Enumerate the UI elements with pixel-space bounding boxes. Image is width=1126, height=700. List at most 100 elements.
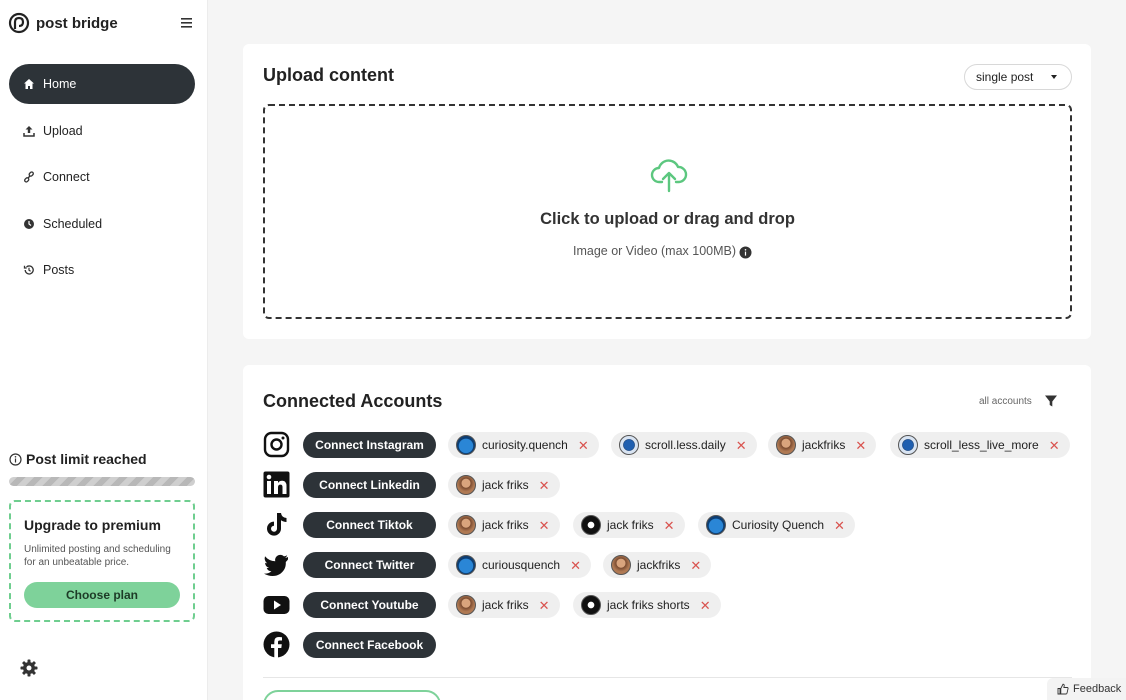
upload-dropzone[interactable]: Click to upload or drag and drop Image o… bbox=[263, 104, 1072, 319]
account-name: curiousquench bbox=[482, 558, 561, 572]
account-name: jackfriks bbox=[802, 438, 846, 452]
sidebar-item-posts[interactable]: Posts bbox=[9, 250, 195, 290]
sidebar-item-label: Connect bbox=[43, 170, 90, 184]
account-name: Curiosity Quench bbox=[732, 518, 825, 532]
remove-icon[interactable]: ✕ bbox=[539, 479, 550, 492]
partially-visible-button[interactable] bbox=[263, 690, 441, 700]
feedback-button[interactable]: Feedback bbox=[1047, 678, 1126, 700]
home-icon bbox=[23, 78, 35, 90]
remove-icon[interactable]: ✕ bbox=[855, 439, 866, 452]
choose-plan-button[interactable]: Choose plan bbox=[24, 582, 180, 608]
account-chip[interactable]: jack friks ✕ bbox=[448, 472, 560, 498]
info-circle-icon bbox=[9, 452, 22, 466]
info-icon[interactable] bbox=[739, 246, 752, 259]
remove-icon[interactable]: ✕ bbox=[700, 599, 711, 612]
history-icon bbox=[23, 264, 35, 276]
dropzone-title: Click to upload or drag and drop bbox=[540, 210, 795, 228]
account-chip[interactable]: jack friks shorts ✕ bbox=[573, 592, 721, 618]
sidebar-item-home[interactable]: Home bbox=[9, 64, 195, 104]
connect-youtube-button[interactable]: Connect Youtube bbox=[303, 592, 436, 618]
avatar bbox=[456, 555, 476, 575]
avatar bbox=[776, 435, 796, 455]
link-icon bbox=[23, 171, 35, 183]
remove-icon[interactable]: ✕ bbox=[539, 599, 550, 612]
sidebar-item-label: Scheduled bbox=[43, 216, 103, 231]
avatar bbox=[581, 595, 601, 615]
avatar bbox=[898, 435, 918, 455]
sidebar-item-label: Upload bbox=[43, 123, 83, 138]
brand-name: post bridge bbox=[36, 14, 118, 32]
remove-icon[interactable]: ✕ bbox=[834, 519, 845, 532]
sidebar-item-connect[interactable]: Connect bbox=[9, 157, 195, 197]
account-chip[interactable]: jackfriks ✕ bbox=[603, 552, 712, 578]
account-name: scroll_less_live_more bbox=[924, 438, 1039, 452]
youtube-icon bbox=[263, 596, 290, 614]
feedback-label: Feedback bbox=[1073, 683, 1122, 695]
account-chip[interactable]: jackfriks ✕ bbox=[768, 432, 877, 458]
avatar bbox=[456, 515, 476, 535]
account-name: jack friks shorts bbox=[607, 598, 690, 612]
remove-icon[interactable]: ✕ bbox=[664, 519, 675, 532]
sidebar-item-scheduled[interactable]: Scheduled bbox=[9, 204, 195, 244]
post-limit-notice: Post limit reached bbox=[9, 451, 147, 467]
cloud-upload-icon bbox=[650, 159, 688, 193]
upload-content-card: Upload content single post Click to uplo… bbox=[243, 44, 1091, 339]
menu-toggle-icon[interactable] bbox=[180, 16, 194, 30]
account-name: scroll.less.daily bbox=[645, 438, 726, 452]
post-type-select[interactable]: single post bbox=[964, 64, 1072, 90]
avatar bbox=[619, 435, 639, 455]
upload-title: Upload content bbox=[263, 65, 394, 85]
connect-linkedin-button[interactable]: Connect Linkedin bbox=[303, 472, 436, 498]
avatar bbox=[581, 515, 601, 535]
facebook-icon bbox=[263, 631, 290, 658]
post-limit-progress-bar bbox=[9, 477, 195, 486]
connect-tiktok-button[interactable]: Connect Tiktok bbox=[303, 512, 436, 538]
account-name: jackfriks bbox=[637, 558, 681, 572]
remove-icon[interactable]: ✕ bbox=[539, 519, 550, 532]
post-bridge-logo-icon bbox=[8, 12, 30, 34]
thumbs-up-icon bbox=[1057, 683, 1069, 695]
post-limit-text: Post limit reached bbox=[26, 451, 147, 467]
account-chip[interactable]: jack friks ✕ bbox=[448, 592, 560, 618]
dropzone-subtitle: Image or Video (max 100MB) bbox=[573, 244, 737, 258]
upgrade-premium-card: Upgrade to premium Unlimited posting and… bbox=[9, 500, 195, 622]
account-chip[interactable]: jack friks ✕ bbox=[573, 512, 685, 538]
upload-icon bbox=[23, 125, 35, 137]
post-type-value: single post bbox=[976, 70, 1034, 84]
connected-accounts-card: Connected Accounts all accounts Connect … bbox=[243, 365, 1091, 700]
sidebar-item-upload[interactable]: Upload bbox=[9, 111, 195, 151]
account-chip[interactable]: curiosity.quench ✕ bbox=[448, 432, 599, 458]
avatar bbox=[706, 515, 726, 535]
avatar bbox=[456, 595, 476, 615]
account-chip[interactable]: jack friks ✕ bbox=[448, 512, 560, 538]
avatar bbox=[456, 475, 476, 495]
premium-description: Unlimited posting and scheduling for an … bbox=[24, 544, 171, 568]
account-filter-label[interactable]: all accounts bbox=[979, 396, 1032, 407]
remove-icon[interactable]: ✕ bbox=[578, 439, 589, 452]
remove-icon[interactable]: ✕ bbox=[570, 559, 581, 572]
tiktok-icon bbox=[267, 513, 287, 536]
brand[interactable]: post bridge bbox=[8, 12, 118, 34]
connect-instagram-button[interactable]: Connect Instagram bbox=[303, 432, 436, 458]
clock-icon bbox=[23, 218, 35, 230]
remove-icon[interactable]: ✕ bbox=[1049, 439, 1060, 452]
remove-icon[interactable]: ✕ bbox=[690, 559, 701, 572]
premium-title: Upgrade to premium bbox=[24, 517, 161, 533]
gear-icon[interactable] bbox=[20, 659, 38, 677]
twitter-icon bbox=[264, 554, 288, 576]
connected-accounts-title: Connected Accounts bbox=[263, 391, 443, 411]
account-chip[interactable]: scroll_less_live_more ✕ bbox=[890, 432, 1070, 458]
account-chip[interactable]: Curiosity Quench ✕ bbox=[698, 512, 855, 538]
divider bbox=[263, 677, 1072, 678]
account-name: curiosity.quench bbox=[482, 438, 568, 452]
account-name: jack friks bbox=[482, 598, 529, 612]
account-chip[interactable]: curiousquench ✕ bbox=[448, 552, 591, 578]
connect-facebook-button[interactable]: Connect Facebook bbox=[303, 632, 436, 658]
connect-twitter-button[interactable]: Connect Twitter bbox=[303, 552, 436, 578]
sidebar-item-label: Posts bbox=[43, 263, 75, 277]
account-chip[interactable]: scroll.less.daily ✕ bbox=[611, 432, 757, 458]
remove-icon[interactable]: ✕ bbox=[736, 439, 747, 452]
filter-icon[interactable] bbox=[1044, 394, 1058, 408]
sidebar-item-label: Home bbox=[43, 77, 77, 91]
sidebar-nav: Home Upload Connect Scheduled Posts bbox=[9, 64, 195, 297]
